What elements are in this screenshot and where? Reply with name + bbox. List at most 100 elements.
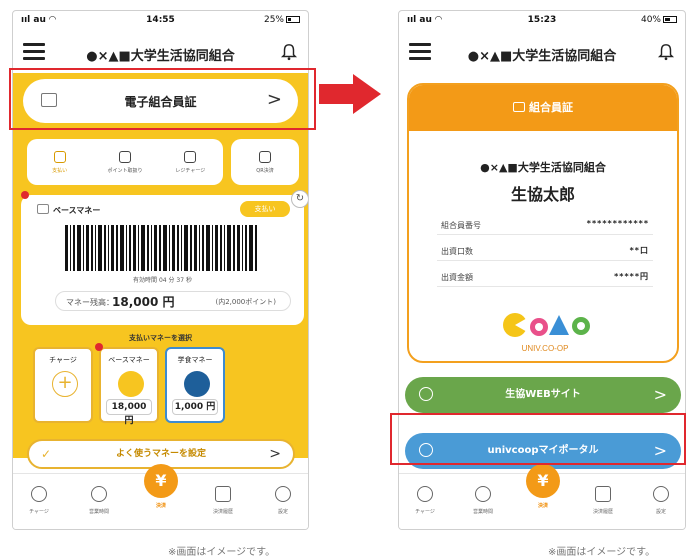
tab-label: 決済履歴 <box>212 509 233 515</box>
plus-circle-icon <box>417 486 433 502</box>
image-caption: ※画面はイメージです。 <box>168 547 276 558</box>
balance-row: マネー残高： 18,000 円 (内2,000ポイント) <box>55 291 291 311</box>
yen-icon: ¥ <box>144 464 178 498</box>
notification-dot <box>95 343 103 351</box>
receipt-icon <box>595 486 611 502</box>
member-name: 生協太郎 <box>510 185 575 204</box>
info-key: 出資口数 <box>441 247 473 256</box>
payment-card: ベースマネー 支払い 有効時間 04 分 37 秒 マネー残高： 18,000 … <box>21 195 304 325</box>
tab-history[interactable]: 決済履歴 <box>583 486 623 515</box>
highlight-frame-portal <box>390 413 686 465</box>
gear-icon <box>275 486 291 502</box>
plus-icon: + <box>52 371 78 397</box>
qr-payment-button[interactable]: QR決済 <box>231 139 299 185</box>
favorite-money-label: よく使うマネーを設定 <box>115 449 206 459</box>
tab-charge[interactable]: チャージ <box>19 486 59 515</box>
tab-label: 決済 <box>155 503 166 509</box>
cutlery-icon <box>184 371 210 397</box>
tab-charge[interactable]: チャージ <box>405 486 445 515</box>
highlight-frame-member-card <box>9 68 316 130</box>
tab-bar: チャージ 営業時間 ¥ 決済 決済履歴 設定 <box>13 464 308 529</box>
quick-action-pay[interactable]: 支払い <box>27 139 92 185</box>
chevron-right-icon: > <box>653 385 667 404</box>
quick-action-label: 支払い <box>52 167 68 174</box>
money-option-title: ベースマネー <box>108 356 150 364</box>
member-card-header: 組合員証 <box>409 85 677 131</box>
quick-action-register-charge[interactable]: レジチャージ <box>158 139 223 185</box>
tab-label: 設定 <box>655 509 666 515</box>
tab-label: 決済履歴 <box>592 509 613 515</box>
money-option-title: チャージ <box>49 356 77 364</box>
member-card-caption: 組合員証 <box>529 101 573 114</box>
plus-circle-icon <box>31 486 47 502</box>
coop-web-site-label: 生協WEBサイト <box>505 389 581 400</box>
quick-action-label: レジチャージ <box>175 167 206 174</box>
tab-label: 営業時間 <box>472 509 493 515</box>
tab-label: 設定 <box>277 509 288 515</box>
tab-bar: チャージ 営業時間 ¥ 決済 決済履歴 設定 <box>399 464 685 529</box>
tab-hours[interactable]: 営業時間 <box>463 486 503 515</box>
points-note: (内2,000ポイント) <box>215 298 276 306</box>
tab-settings[interactable]: 設定 <box>641 486 681 515</box>
money-select-title: 支払いマネーを選択 <box>129 334 192 342</box>
pay-icon <box>53 150 66 163</box>
battery-indicator: 40% <box>641 15 677 25</box>
bell-icon[interactable] <box>657 43 675 61</box>
app-header: ●×▲■大学生活協同組合 <box>399 35 685 71</box>
quick-action-label: ポイント取扱り <box>107 167 143 174</box>
point-icon <box>118 150 131 163</box>
tab-label: 営業時間 <box>88 509 109 515</box>
status-bar: ııl au ◠ 14:55 25% <box>13 11 308 29</box>
id-card-icon <box>513 102 525 112</box>
coop-web-site-button[interactable]: 生協WEBサイト > <box>405 377 681 413</box>
info-key: 出資金額 <box>441 273 473 282</box>
notification-dot <box>21 191 29 199</box>
tab-label: チャージ <box>415 509 435 515</box>
info-row: 出資金額 *****円 <box>437 267 653 287</box>
camera-icon <box>259 150 271 163</box>
balance-label: マネー残高： <box>66 298 114 307</box>
valid-time: 有効時間 04 分 37 秒 <box>133 277 192 284</box>
money-type-label: ベースマネー <box>53 206 101 215</box>
app-title: ●×▲■大学生活協同組合 <box>86 49 235 64</box>
barcode <box>65 225 257 271</box>
tab-payment[interactable]: ¥ 決済 <box>141 464 181 509</box>
clock-icon <box>91 486 107 502</box>
battery-percent: 25% <box>263 15 284 25</box>
battery-percent: 40% <box>640 15 661 25</box>
battery-indicator: 25% <box>264 15 300 25</box>
yen-icon: ¥ <box>526 464 560 498</box>
pay-button[interactable]: 支払い <box>240 201 290 217</box>
info-value: **口 <box>629 246 649 255</box>
tab-payment[interactable]: ¥ 決済 <box>523 464 563 509</box>
app-title: ●×▲■大学生活協同組合 <box>467 49 617 64</box>
member-card: 組合員証 ●×▲■大学生活協同組合 生協太郎 組合員番号 ************… <box>407 83 679 363</box>
globe-icon <box>419 387 433 401</box>
image-caption: ※画面はイメージです。 <box>548 547 656 558</box>
money-option-charge[interactable]: チャージ + <box>33 347 93 423</box>
bell-icon[interactable] <box>280 43 298 61</box>
tab-history[interactable]: 決済履歴 <box>203 486 243 515</box>
battery-icon <box>663 16 677 23</box>
clock-icon <box>475 486 491 502</box>
logo-text: UNIV.CO-OP <box>522 344 569 353</box>
refresh-icon[interactable]: ↻ <box>291 190 308 208</box>
status-bar: ııl au ◠ 15:23 40% <box>399 11 685 29</box>
tab-settings[interactable]: 設定 <box>263 486 303 515</box>
tab-label: 決済 <box>537 503 548 509</box>
money-option-base[interactable]: ベースマネー 18,000 円 <box>99 347 159 426</box>
receipt-icon <box>215 486 231 502</box>
money-icon <box>37 204 49 214</box>
money-option-value: 18,000 円 <box>106 399 152 426</box>
org-name: ●×▲■大学生活協同組合 <box>480 161 606 174</box>
money-option-cafeteria[interactable]: 学食マネー 1,000 円 <box>165 347 225 423</box>
info-row: 組合員番号 ************ <box>437 215 653 235</box>
chevron-right-icon: > <box>269 446 281 462</box>
univ-coop-logo: UNIV.CO-OP <box>503 313 590 353</box>
quick-actions: 支払い ポイント取扱り レジチャージ <box>27 139 223 185</box>
info-value: *****円 <box>614 272 649 281</box>
quick-action-points[interactable]: ポイント取扱り <box>92 139 157 185</box>
coins-icon <box>118 371 144 397</box>
app-header: ●×▲■大学生活協同組合 <box>13 35 308 71</box>
tab-hours[interactable]: 営業時間 <box>79 486 119 515</box>
